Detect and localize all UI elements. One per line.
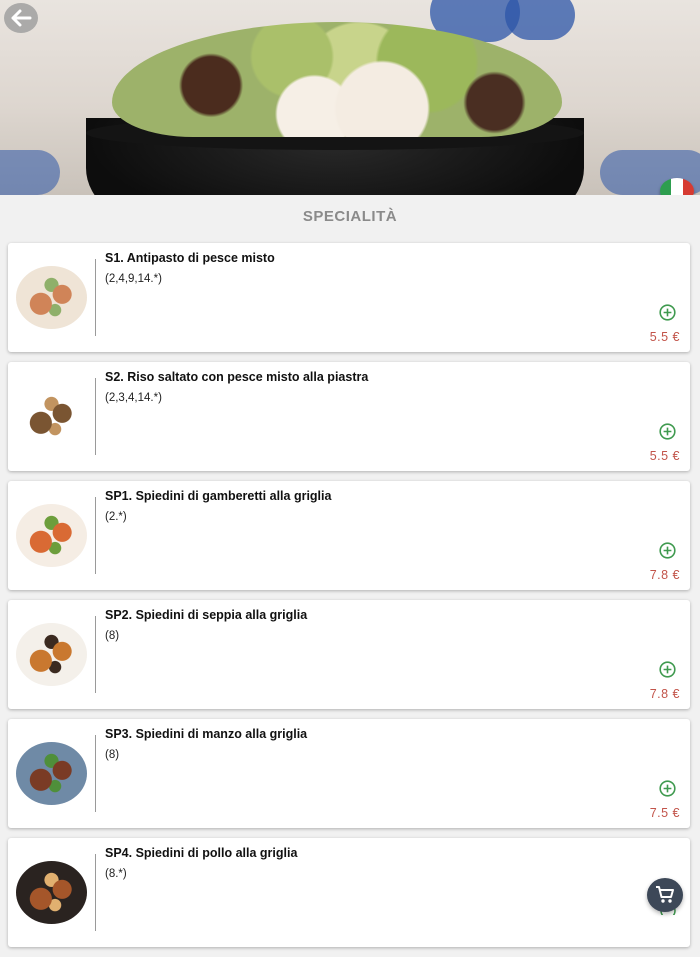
add-to-cart-button[interactable] xyxy=(659,304,676,321)
plus-circle-icon xyxy=(659,780,676,797)
product-card[interactable]: S1. Antipasto di pesce misto (2,4,9,14.*)… xyxy=(8,243,690,352)
product-card[interactable]: SP3. Spiedini di manzo alla griglia (8) 7.… xyxy=(8,719,690,828)
background-tile xyxy=(0,150,60,195)
product-name: SP1. Spiedini di gamberetti alla griglia xyxy=(105,489,332,503)
plus-circle-icon xyxy=(659,661,676,678)
product-allergens: (2,4,9,14.*) xyxy=(105,273,162,285)
product-price: 7.5 € xyxy=(649,806,680,820)
back-button[interactable] xyxy=(4,3,38,33)
plus-circle-icon xyxy=(659,542,676,559)
product-allergens: (8) xyxy=(105,749,120,761)
divider xyxy=(95,735,96,812)
add-to-cart-button[interactable] xyxy=(659,780,676,797)
product-price: 5.5 € xyxy=(649,330,680,344)
plus-circle-icon xyxy=(659,423,676,440)
product-allergens: (2,3,4,14.*) xyxy=(105,392,162,404)
add-to-cart-button[interactable] xyxy=(659,423,676,440)
product-image xyxy=(16,504,87,567)
product-image xyxy=(16,623,87,686)
product-allergens: (8) xyxy=(105,630,120,642)
product-card[interactable]: SP2. Spiedini di seppia alla griglia (8) 7… xyxy=(8,600,690,709)
plus-circle-icon xyxy=(659,304,676,321)
divider xyxy=(95,497,96,574)
product-name: SP2. Spiedini di seppia alla griglia xyxy=(105,608,308,622)
divider xyxy=(95,854,96,931)
add-to-cart-button[interactable] xyxy=(659,661,676,678)
product-price: 5.5 € xyxy=(649,449,680,463)
product-name: S1. Antipasto di pesce misto xyxy=(105,251,275,265)
hero-image xyxy=(0,0,700,195)
add-to-cart-button[interactable] xyxy=(659,542,676,559)
divider xyxy=(95,378,96,455)
product-image xyxy=(16,861,87,924)
divider xyxy=(95,259,96,336)
product-name: S2. Riso saltato con pesce misto alla pi… xyxy=(105,370,369,384)
product-card[interactable]: SP1. Spiedini di gamberetti alla griglia… xyxy=(8,481,690,590)
product-allergens: (2.*) xyxy=(105,511,127,523)
product-allergens: (8.*) xyxy=(105,868,127,880)
arrow-left-icon xyxy=(11,9,32,27)
product-card[interactable]: SP4. Spiedini di pollo alla griglia (8.*) xyxy=(8,838,690,947)
product-price: 7.8 € xyxy=(649,687,680,701)
section-title: SPECIALITÀ xyxy=(0,195,700,237)
product-image xyxy=(16,266,87,329)
background-tile xyxy=(505,0,575,40)
divider xyxy=(95,616,96,693)
product-image xyxy=(16,742,87,805)
product-image xyxy=(16,385,87,448)
product-card[interactable]: S2. Riso saltato con pesce misto alla pi… xyxy=(8,362,690,471)
cart-icon xyxy=(656,886,674,903)
product-name: SP3. Spiedini di manzo alla griglia xyxy=(105,727,308,741)
cart-button[interactable] xyxy=(647,878,683,912)
product-price: 7.8 € xyxy=(649,568,680,582)
product-name: SP4. Spiedini di pollo alla griglia xyxy=(105,846,298,860)
product-list: S1. Antipasto di pesce misto (2,4,9,14.*)… xyxy=(8,243,690,957)
